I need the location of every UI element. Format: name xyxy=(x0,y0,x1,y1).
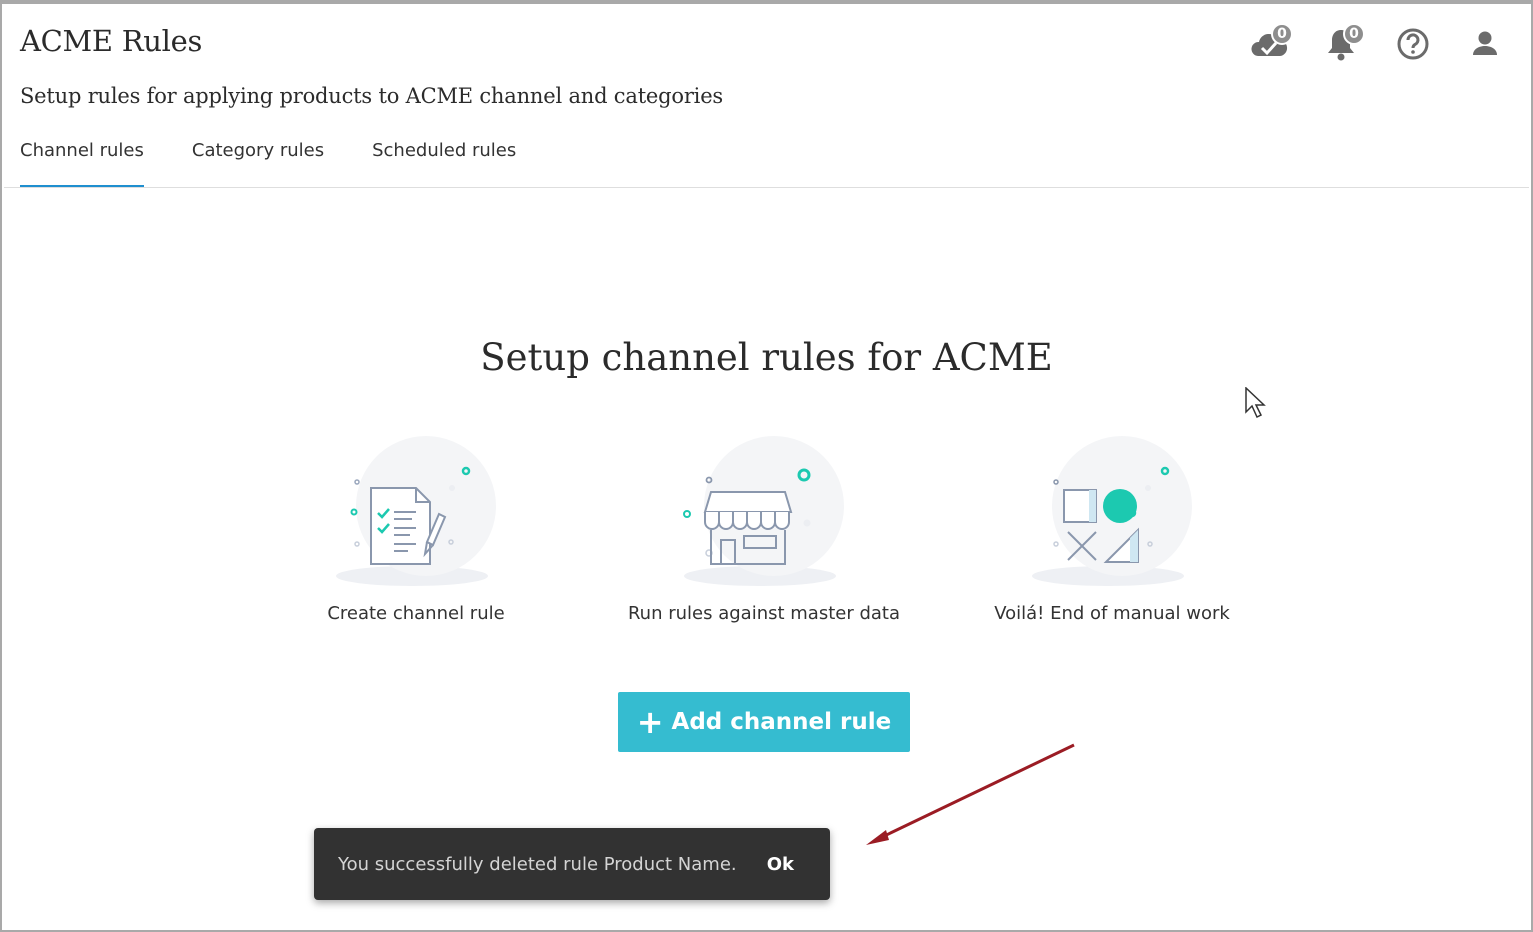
notifications-badge: 0 xyxy=(1343,23,1365,45)
snackbar-message: You successfully deleted rule Product Na… xyxy=(338,853,737,875)
checklist-document-icon xyxy=(336,436,496,586)
step-create-rule: Create channel rule xyxy=(246,428,586,624)
snackbar-ok-button[interactable]: Ok xyxy=(767,854,794,875)
shapes-icon xyxy=(1032,436,1192,586)
plus-icon: + xyxy=(636,703,664,741)
storefront-icon xyxy=(683,436,844,586)
cloud-sync-button[interactable]: 0 xyxy=(1249,23,1293,64)
step-run-rules: Run rules against master data xyxy=(594,428,934,624)
tabs-divider xyxy=(4,187,1529,188)
user-icon xyxy=(1473,31,1497,55)
help-button[interactable] xyxy=(1393,24,1433,64)
top-toolbar: 0 0 xyxy=(1217,23,1505,64)
empty-state-heading: Setup channel rules for ACME xyxy=(480,336,1053,379)
tab-bar: Channel rules Category rules Scheduled r… xyxy=(20,140,564,188)
annotation-arrow-icon xyxy=(866,743,1075,845)
page-title: ACME Rules xyxy=(20,24,203,58)
notifications-button[interactable]: 0 xyxy=(1321,23,1365,64)
step-label: Create channel rule xyxy=(327,603,505,624)
mouse-cursor-icon xyxy=(1245,387,1266,419)
add-channel-rule-label: Add channel rule xyxy=(671,709,892,735)
snackbar: You successfully deleted rule Product Na… xyxy=(314,828,830,900)
tab-scheduled-rules[interactable]: Scheduled rules xyxy=(372,140,516,188)
tab-channel-rules[interactable]: Channel rules xyxy=(20,140,144,188)
step-label: Run rules against master data xyxy=(627,603,900,624)
step-label: Voilá! End of manual work xyxy=(994,603,1230,624)
cloud-badge: 0 xyxy=(1271,23,1293,45)
tab-category-rules[interactable]: Category rules xyxy=(192,140,324,188)
user-menu-button[interactable] xyxy=(1465,24,1505,64)
page-subtitle: Setup rules for applying products to ACM… xyxy=(20,84,724,108)
help-icon xyxy=(1397,28,1429,60)
step-voila: Voilá! End of manual work xyxy=(942,428,1282,624)
